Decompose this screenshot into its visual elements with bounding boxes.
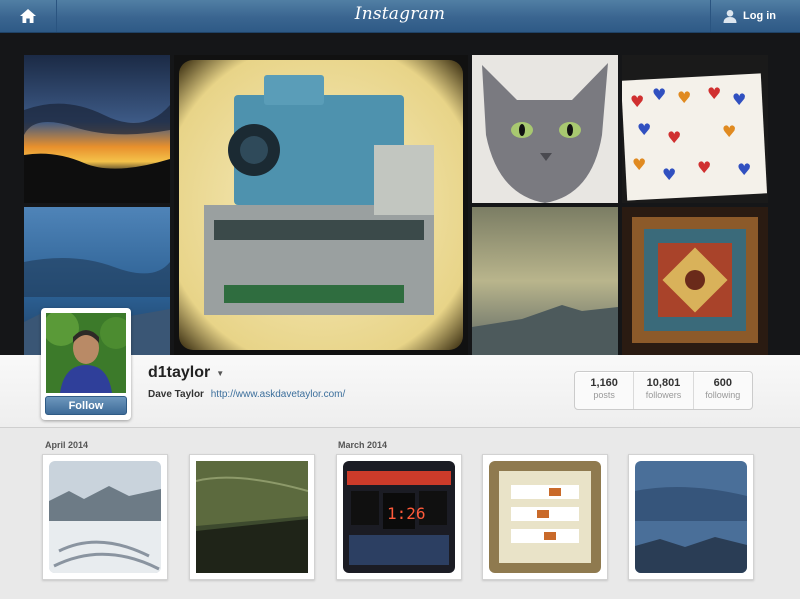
user-icon	[723, 10, 737, 23]
svg-text:♥: ♥	[722, 122, 736, 141]
cover-photo-ornate-ceiling[interactable]	[622, 207, 768, 355]
top-bar: Instagram Log in	[0, 0, 800, 33]
website-link[interactable]: http://www.askdavetaylor.com/	[211, 389, 346, 400]
cover-photo-cat[interactable]	[472, 55, 618, 203]
stat-label: following	[705, 390, 741, 400]
login-label: Log in	[743, 10, 776, 22]
post-thumbnail[interactable]	[628, 454, 754, 580]
post-thumbnail[interactable]	[42, 454, 168, 580]
cover-collage: ♥ ♥ ♥ ♥ ♥ ♥ ♥ ♥ ♥ ♥ ♥ ♥	[0, 33, 800, 355]
svg-text:♥: ♥	[737, 160, 751, 179]
svg-text:1:26: 1:26	[387, 504, 426, 523]
cover-photo-hazy-mountain[interactable]	[472, 207, 618, 355]
svg-text:♥: ♥	[667, 128, 681, 147]
login-button[interactable]: Log in	[710, 0, 800, 32]
svg-text:♥: ♥	[632, 155, 646, 174]
post-thumbnail[interactable]	[482, 454, 608, 580]
stat-value: 1,160	[590, 377, 618, 389]
stat-label: followers	[645, 390, 682, 400]
profile-stats: 1,160 posts 10,801 followers 600 followi…	[574, 371, 753, 410]
month-header: March 2014	[338, 440, 388, 450]
cover-photo-hearts-drawing[interactable]: ♥ ♥ ♥ ♥ ♥ ♥ ♥ ♥ ♥ ♥ ♥ ♥	[622, 55, 768, 203]
profile-bio: Dave Taylor http://www.askdavetaylor.com…	[148, 389, 345, 400]
avatar-card: Follow	[41, 308, 131, 420]
svg-text:♥: ♥	[662, 165, 676, 184]
svg-text:♥: ♥	[630, 92, 644, 111]
post-thumbnail[interactable]	[189, 454, 315, 580]
svg-text:♥: ♥	[637, 120, 651, 139]
stat-value: 10,801	[646, 377, 681, 389]
cover-photo-camera[interactable]	[174, 55, 468, 355]
stat-value: 600	[713, 377, 732, 389]
username-text: d1taylor	[148, 364, 211, 381]
svg-text:♥: ♥	[707, 84, 721, 103]
avatar[interactable]	[46, 313, 126, 393]
stat-posts[interactable]: 1,160 posts	[575, 372, 633, 409]
username[interactable]: d1taylor ▼	[148, 364, 224, 382]
stat-label: posts	[593, 390, 615, 400]
cover-photo-sunset[interactable]	[24, 55, 170, 203]
stat-followers[interactable]: 10,801 followers	[633, 372, 692, 409]
stat-following[interactable]: 600 following	[692, 372, 752, 409]
follow-button[interactable]: Follow	[45, 396, 127, 415]
svg-text:♥: ♥	[732, 90, 746, 109]
full-name: Dave Taylor	[148, 389, 204, 400]
svg-text:♥: ♥	[652, 85, 666, 104]
caret-down-icon[interactable]: ▼	[216, 369, 224, 378]
svg-text:♥: ♥	[677, 88, 691, 107]
post-thumbnail[interactable]: 1:26	[336, 454, 462, 580]
month-header: April 2014	[45, 440, 89, 450]
instagram-logo[interactable]: Instagram	[0, 4, 800, 24]
svg-text:♥: ♥	[697, 158, 711, 177]
